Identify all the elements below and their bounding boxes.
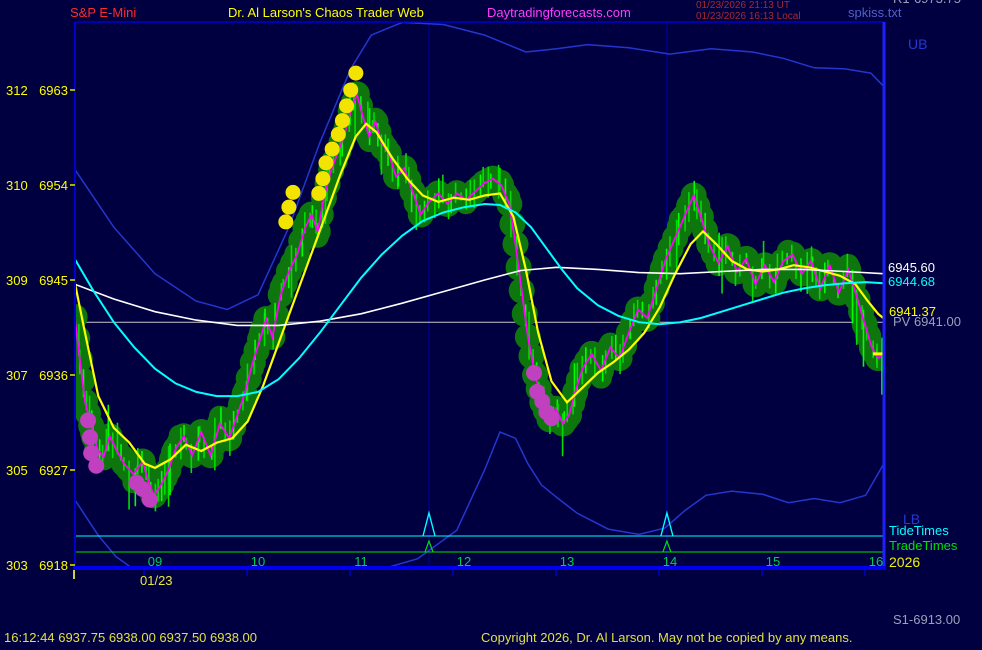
r1-level-label: R1-6973.75 [893,0,961,5]
y-axis-label: 309 6945 [6,274,68,287]
upper-band-label: UB [908,37,927,51]
y-axis-label: 312 6963 [6,84,68,97]
x-axis-hour-label: 14 [663,555,677,568]
year-label: 2026 [889,555,920,569]
pivot-price-label: PV 6941.00 [893,315,961,328]
x-axis-hour-label: 12 [457,555,471,568]
trade-times-label: TradeTimes [889,539,957,552]
s1-level-label: S1-6913.00 [893,613,960,626]
price-scale-value: 6963 [39,84,68,97]
tide-scale-value: 310 [6,179,28,192]
tide-scale-value: 309 [6,274,28,287]
y-axis-label: 305 6927 [6,464,68,477]
white-ma-price: 6945.60 [888,261,935,274]
x-axis-hour-label: 10 [251,555,265,568]
x-axis-hour-label: 09 [148,555,162,568]
x-axis-hour-label: 15 [766,555,780,568]
chaos-trader-screen: S&P E-Mini Dr. Al Larson's Chaos Trader … [0,0,982,650]
price-scale-value: 6954 [39,179,68,192]
tide-scale-value: 307 [6,369,28,382]
price-scale-value: 6927 [39,464,68,477]
price-chart [0,0,982,650]
copyright-notice: Copyright 2026, Dr. Al Larson. May not b… [481,631,852,644]
x-axis-hour-label: 16 [869,555,883,568]
x-axis-hour-label: 13 [560,555,574,568]
tide-times-label: TideTimes [889,524,949,537]
y-axis-label: 310 6954 [6,179,68,192]
price-scale-value: 6945 [39,274,68,287]
tide-scale-value: 305 [6,464,28,477]
tide-scale-value: 303 [6,559,28,572]
x-axis-hour-label: 11 [354,555,368,568]
data-file-link[interactable]: spkiss.txt [848,6,901,19]
date-label: 01/23 [140,574,173,587]
price-scale-value: 6918 [39,559,68,572]
quote-line: 16:12:44 6937.75 6938.00 6937.50 6938.00 [4,631,257,644]
tide-scale-value: 312 [6,84,28,97]
cyan-ma-price: 6944.68 [888,275,935,288]
y-axis-label: 307 6936 [6,369,68,382]
price-scale-value: 6936 [39,369,68,382]
y-axis-label: 303 6918 [6,559,68,572]
